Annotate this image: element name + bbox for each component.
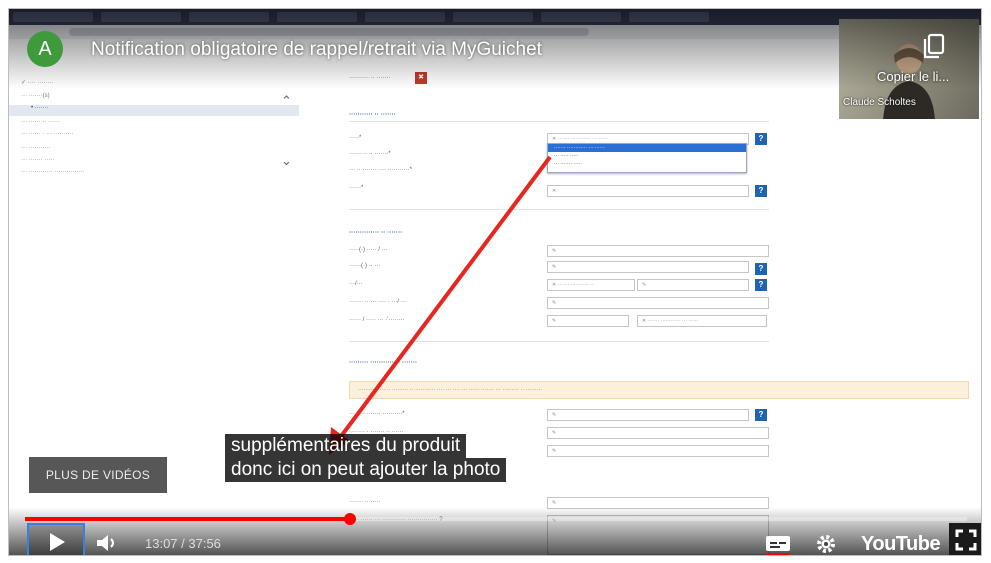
volume-icon[interactable]: [95, 533, 119, 553]
quantity-select: ✎: [547, 409, 749, 421]
field-label: ········· ·· ·······*: [349, 151, 391, 157]
dropdown-option: ······· ············ ··· ······: [548, 144, 746, 152]
divider: [349, 209, 769, 210]
video-title[interactable]: Notification obligatoire de rappel/retra…: [91, 39, 542, 61]
dropdown-option: ··· ····· ·····: [554, 153, 579, 159]
lot-input: ✎: [547, 261, 749, 273]
subtitles: supplémentaires du produit donc ici on p…: [225, 434, 507, 482]
dlc-select: ✕ ······· ··········· ··: [547, 279, 635, 291]
nav-item-active: • ·······: [9, 105, 299, 116]
brand-select: ✕: [547, 185, 749, 197]
field-label: ·····*: [349, 135, 362, 141]
nav-item: ··· ···········: [21, 145, 51, 151]
progress-played: [25, 517, 350, 521]
channel-avatar[interactable]: A: [27, 31, 63, 67]
field-label: ········ ······· ··········*: [349, 411, 405, 417]
timecode: 13:07 / 37:56: [145, 536, 221, 551]
help-icon: ?: [755, 133, 767, 145]
section-title: ··········· ·· ·······: [349, 111, 396, 118]
help-icon: ?: [755, 263, 767, 275]
copy-link-label[interactable]: Copier le li...: [877, 69, 949, 84]
gear-icon[interactable]: [815, 533, 837, 555]
dlc-input: ✎: [637, 279, 749, 291]
field-label: ···/···: [349, 281, 363, 287]
help-icon: ?: [755, 279, 767, 291]
field-label: ··· ·· ······· ···· ···········*: [349, 167, 412, 173]
scrubber-handle[interactable]: [343, 513, 356, 525]
info-alert: ··········· ··· ·· ········· ·· ········…: [349, 381, 969, 399]
section-title: ········· ··········· ·· ·······: [349, 359, 418, 366]
fullscreen-button[interactable]: [949, 523, 981, 555]
quantity-input: ✎: [547, 427, 769, 439]
field-label: ······ / ····· ··· ·'········: [349, 317, 405, 323]
more-videos-button[interactable]: PLUS DE VIDÉOS: [29, 457, 167, 493]
field-label: ·····(·) ····· / ···: [349, 247, 388, 253]
section-title: ·············· ·· ·······: [349, 229, 403, 236]
play-button[interactable]: [27, 523, 85, 555]
help-icon: ?: [755, 185, 767, 197]
quantity-input: ✎: [547, 445, 769, 457]
caption-line-1: supplémentaires du produit: [225, 434, 467, 458]
fullscreen-icon: [955, 529, 977, 551]
nav-item: ··· ············ ···············: [21, 169, 85, 175]
captions-icon[interactable]: [763, 533, 793, 555]
divider: [349, 121, 769, 122]
help-icon: ?: [755, 409, 767, 421]
youtube-logo[interactable]: YouTube: [861, 533, 941, 555]
nav-item: ··· ······· ·····: [21, 157, 55, 163]
photo-dropdown: ······· ············ ··· ······ ··· ····…: [547, 143, 747, 173]
nav-item: ··· ······ ·· ······: [21, 119, 60, 125]
field-label: ······*: [349, 185, 364, 191]
progress-bar[interactable]: [25, 513, 967, 525]
chevron-down-icon: ⌄: [281, 153, 292, 168]
divider: [349, 341, 769, 342]
field-label: ······· ·· ·····: [349, 499, 381, 505]
nav-item: ··· ······ · ··· ··········: [21, 131, 74, 137]
presenter-name: Claude Scholtes: [843, 97, 916, 108]
lot-dlc-input: ✎: [547, 297, 769, 309]
video-player[interactable]: ✓ ···· ········ ··· ·······(s) • ·······…: [8, 8, 982, 556]
field-label: ······· ·· ··· ···· · ···/····: [349, 299, 407, 305]
caption-line-2: donc ici on peut ajouter la photo: [225, 458, 507, 482]
barcode-input: ✎: [547, 245, 769, 257]
unit-select: ✕ ······· ············ ··· ······: [637, 315, 767, 327]
dropdown-option: ··· ······· ·····: [554, 161, 582, 167]
volume-input: ✎: [547, 315, 629, 327]
play-icon: [50, 533, 65, 551]
chevron-up-icon: ⌃: [281, 93, 292, 108]
nav-item: ··· ·······(s): [21, 93, 50, 99]
field-label: ······(·) ·· ···: [349, 263, 381, 269]
